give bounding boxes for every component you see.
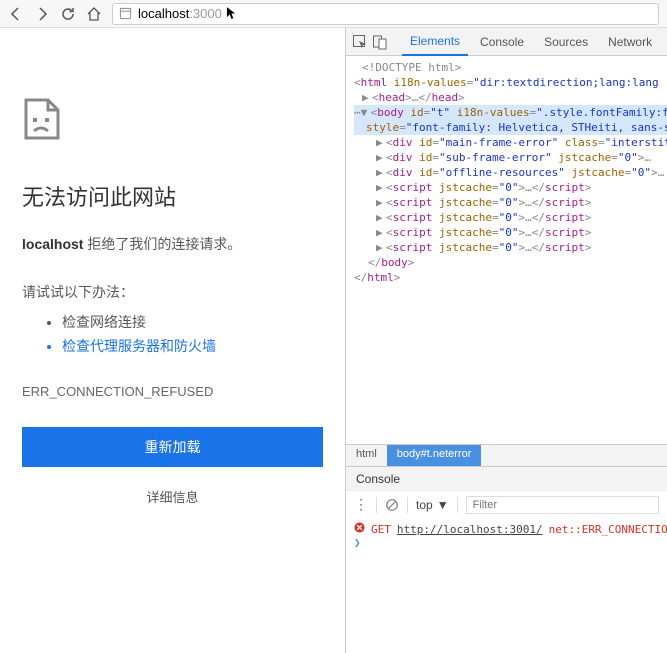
chevron-right-icon: ❯ [354, 536, 361, 549]
console-output[interactable]: GET http://localhost:3001/ net::ERR_CONN… [346, 518, 667, 653]
error-page: 无法访问此网站 localhost 拒绝了我们的连接请求。 请试试以下办法： 检… [0, 28, 345, 653]
back-icon[interactable] [8, 6, 24, 22]
error-try-label: 请试试以下办法： [22, 282, 323, 302]
url-bar[interactable]: localhost:3000 [112, 3, 659, 25]
browser-toolbar: localhost:3000 [0, 0, 667, 28]
mouse-cursor-icon [226, 6, 237, 21]
dom-selected-line: ⋯▼<body id="t" i18n-values=".style.fontF… [354, 105, 667, 120]
console-prompt[interactable]: ❯ [354, 536, 659, 549]
home-icon[interactable] [86, 6, 102, 22]
clear-console-icon[interactable] [385, 498, 399, 512]
reload-button[interactable]: 重新加载 [22, 427, 323, 467]
devtools-panel: Elements Console Sources Network <!DOCTY… [345, 28, 667, 653]
suggestion-check-proxy[interactable]: 检查代理服务器和防火墙 [62, 336, 323, 356]
url-text: localhost:3000 [138, 6, 222, 21]
dom-breadcrumb[interactable]: html body#t.neterror [346, 444, 667, 466]
breadcrumb-body[interactable]: body#t.neterror [387, 445, 482, 466]
error-icon [354, 522, 365, 533]
error-code: ERR_CONNECTION_REFUSED [22, 384, 323, 399]
devtools-tabbar: Elements Console Sources Network [346, 28, 667, 56]
device-mode-icon[interactable] [372, 34, 388, 50]
dom-tree[interactable]: <!DOCTYPE html> <html i18n-values="dir:t… [346, 56, 667, 444]
error-title: 无法访问此网站 [22, 180, 323, 212]
console-filter-input[interactable] [466, 496, 659, 514]
sad-page-icon [22, 98, 62, 140]
reload-icon[interactable] [60, 6, 76, 22]
tab-console[interactable]: Console [472, 29, 532, 55]
suggestion-check-network: 检查网络连接 [62, 312, 323, 332]
page-info-icon[interactable] [119, 7, 132, 20]
console-menu-icon[interactable]: ⋮ [354, 496, 368, 513]
console-toolbar: ⋮ top ▼ [346, 490, 667, 518]
console-error-row: GET http://localhost:3001/ net::ERR_CONN… [354, 522, 659, 536]
forward-icon[interactable] [34, 6, 50, 22]
tab-network[interactable]: Network [600, 29, 660, 55]
console-drawer-tab[interactable]: Console [346, 466, 667, 490]
breadcrumb-html[interactable]: html [346, 445, 387, 466]
error-suggestion-list: 检查网络连接 检查代理服务器和防火墙 [22, 312, 323, 356]
error-subtitle: localhost 拒绝了我们的连接请求。 [22, 234, 323, 254]
tab-sources[interactable]: Sources [536, 29, 596, 55]
inspect-icon[interactable] [352, 34, 368, 50]
console-context-selector[interactable]: top ▼ [416, 498, 449, 512]
details-button[interactable]: 详细信息 [22, 487, 323, 506]
tab-elements[interactable]: Elements [402, 28, 468, 56]
